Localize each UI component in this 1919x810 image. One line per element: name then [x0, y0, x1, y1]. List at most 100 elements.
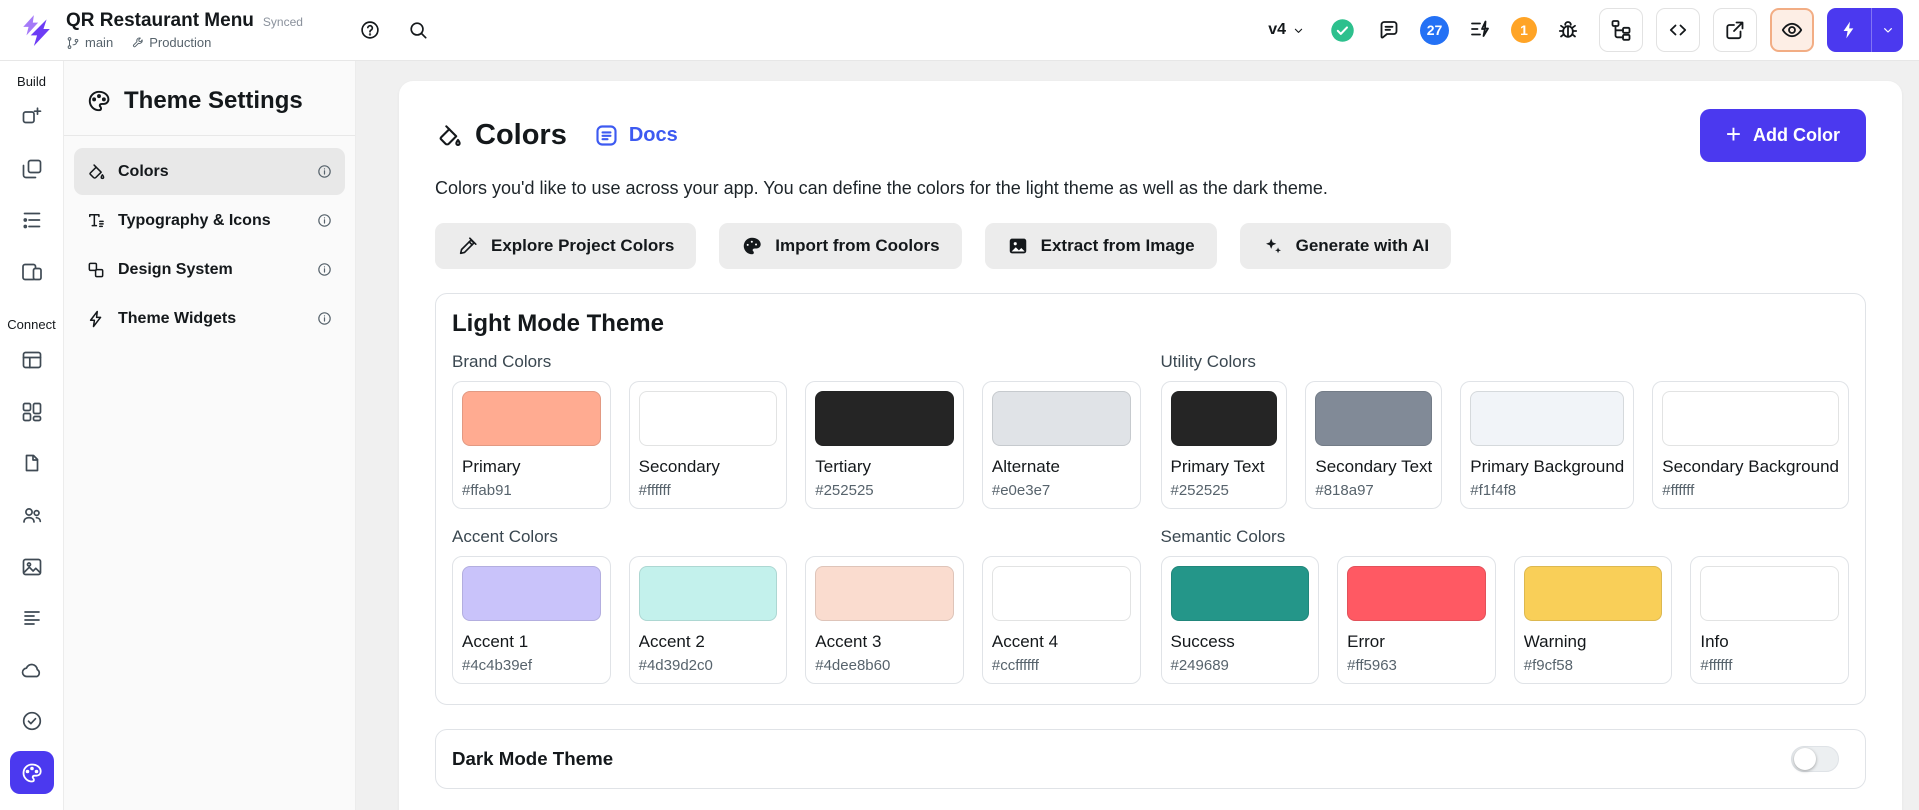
rail-data-table[interactable] — [10, 339, 54, 382]
color-card-accent-1[interactable]: Accent 1#4c4b39ef — [452, 556, 611, 684]
dark-mode-toggle[interactable] — [1791, 746, 1839, 772]
rail-widget-add[interactable] — [10, 96, 54, 139]
color-hex: #e0e3e7 — [992, 482, 1131, 499]
color-name: Secondary — [639, 457, 778, 477]
top-bar: QR Restaurant Menu Synced main Productio… — [0, 0, 1919, 61]
search-button[interactable] — [401, 13, 435, 47]
color-swatch[interactable] — [992, 566, 1131, 621]
devices-icon — [20, 260, 44, 284]
color-card-tertiary[interactable]: Tertiary#252525 — [805, 381, 964, 509]
rail-storyboard[interactable] — [10, 251, 54, 294]
help-button[interactable] — [353, 13, 387, 47]
sync-status-icon[interactable] — [1327, 15, 1358, 46]
rail-cloud[interactable] — [10, 648, 54, 691]
open-in-new-icon — [1723, 18, 1747, 42]
sidebar-item-typography[interactable]: Typography & Icons — [74, 197, 345, 244]
color-name: Success — [1171, 632, 1310, 652]
color-card-accent-2[interactable]: Accent 2#4d39d2c0 — [629, 556, 788, 684]
info-icon[interactable] — [316, 310, 333, 327]
color-swatch[interactable] — [462, 391, 601, 446]
color-hex: #4c4b39ef — [462, 657, 601, 674]
action-label: Import from Coolors — [775, 236, 939, 256]
color-card-success[interactable]: Success#249689 — [1161, 556, 1320, 684]
sidebar-item-colors[interactable]: Colors — [74, 148, 345, 195]
color-card-alternate[interactable]: Alternate#e0e3e7 — [982, 381, 1141, 509]
color-swatch[interactable] — [815, 566, 954, 621]
rail-widget-tree[interactable] — [10, 199, 54, 242]
widget-tree-button[interactable] — [1599, 8, 1643, 52]
paint-bucket-icon — [86, 162, 106, 182]
color-swatch[interactable] — [1662, 391, 1839, 446]
page-title: Colors — [475, 119, 567, 152]
color-swatch[interactable] — [1524, 566, 1663, 621]
typography-icon — [86, 211, 106, 231]
color-hex: #f9cf58 — [1524, 657, 1663, 674]
color-swatch[interactable] — [1171, 566, 1310, 621]
docs-link[interactable]: Docs — [593, 122, 678, 149]
open-preview-button[interactable] — [1713, 8, 1757, 52]
theme-settings-header: Theme Settings — [64, 61, 355, 136]
rail-theme-settings[interactable] — [10, 751, 54, 794]
branch-name[interactable]: main — [85, 35, 113, 50]
color-swatch[interactable] — [1171, 391, 1278, 446]
color-name: Tertiary — [815, 457, 954, 477]
color-swatch[interactable] — [1470, 391, 1624, 446]
info-icon[interactable] — [316, 261, 333, 278]
colors-panel: Colors Docs + Add Color Colors you'd lik… — [399, 81, 1902, 810]
color-swatch[interactable] — [1347, 566, 1486, 621]
sidebar-item-theme-widgets[interactable]: Theme Widgets — [74, 295, 345, 342]
rail-users[interactable] — [10, 494, 54, 537]
run-options-caret[interactable] — [1871, 8, 1903, 52]
rail-media[interactable] — [10, 545, 54, 588]
color-card-primary-background[interactable]: Primary Background#f1f4f8 — [1460, 381, 1634, 509]
color-hex: #ffffff — [1662, 482, 1839, 499]
preview-mode-button[interactable] — [1770, 8, 1814, 52]
sidebar-item-design-system[interactable]: Design System — [74, 246, 345, 293]
rail-custom-code[interactable] — [10, 442, 54, 485]
color-card-accent-4[interactable]: Accent 4#ccffffff — [982, 556, 1141, 684]
import-from-coolors-button[interactable]: Import from Coolors — [719, 223, 961, 269]
warnings-count-badge[interactable]: 1 — [1511, 17, 1537, 43]
environment-name[interactable]: Production — [149, 35, 211, 50]
code-view-button[interactable] — [1656, 8, 1700, 52]
color-swatch[interactable] — [462, 566, 601, 621]
add-color-button[interactable]: + Add Color — [1700, 109, 1866, 162]
generate-with-ai-button[interactable]: Generate with AI — [1240, 223, 1452, 269]
theme-settings-sidebar: Theme Settings Colors Typography & Icons… — [64, 61, 356, 810]
color-card-secondary-background[interactable]: Secondary Background#ffffff — [1652, 381, 1849, 509]
info-icon[interactable] — [316, 212, 333, 229]
issues-count-badge[interactable]: 27 — [1420, 16, 1449, 45]
palette-icon — [741, 235, 763, 257]
project-title[interactable]: QR Restaurant Menu — [66, 10, 254, 32]
color-card-accent-3[interactable]: Accent 3#4dee8b60 — [805, 556, 964, 684]
activity-icon[interactable] — [1462, 12, 1498, 48]
extract-from-image-button[interactable]: Extract from Image — [985, 223, 1217, 269]
image-icon — [1007, 235, 1029, 257]
color-swatch[interactable] — [992, 391, 1131, 446]
color-swatch[interactable] — [815, 391, 954, 446]
comments-icon[interactable] — [1371, 12, 1407, 48]
color-card-secondary[interactable]: Secondary#ffffff — [629, 381, 788, 509]
app-logo-icon[interactable] — [16, 10, 56, 50]
version-dropdown[interactable]: v4 — [1260, 13, 1314, 47]
color-swatch[interactable] — [639, 566, 778, 621]
color-group-brand-colors: Brand ColorsPrimary#ffab91Secondary#ffff… — [452, 352, 1141, 509]
run-app-button[interactable] — [1827, 8, 1903, 52]
color-card-primary[interactable]: Primary#ffab91 — [452, 381, 611, 509]
color-card-secondary-text[interactable]: Secondary Text#818a97 — [1305, 381, 1442, 509]
color-card-info[interactable]: Info#ffffff — [1690, 556, 1849, 684]
explore-project-colors-button[interactable]: Explore Project Colors — [435, 223, 696, 269]
color-swatch[interactable] — [1315, 391, 1432, 446]
rail-app-state[interactable] — [10, 597, 54, 640]
rail-layout[interactable] — [10, 391, 54, 434]
color-card-error[interactable]: Error#ff5963 — [1337, 556, 1496, 684]
color-swatch[interactable] — [1700, 566, 1839, 621]
rail-pages[interactable] — [10, 148, 54, 191]
info-icon[interactable] — [316, 163, 333, 180]
color-card-primary-text[interactable]: Primary Text#252525 — [1161, 381, 1288, 509]
bug-icon[interactable] — [1550, 12, 1586, 48]
rail-checks[interactable] — [10, 700, 54, 743]
color-swatch[interactable] — [639, 391, 778, 446]
synced-badge: Synced — [263, 15, 303, 29]
color-card-warning[interactable]: Warning#f9cf58 — [1514, 556, 1673, 684]
